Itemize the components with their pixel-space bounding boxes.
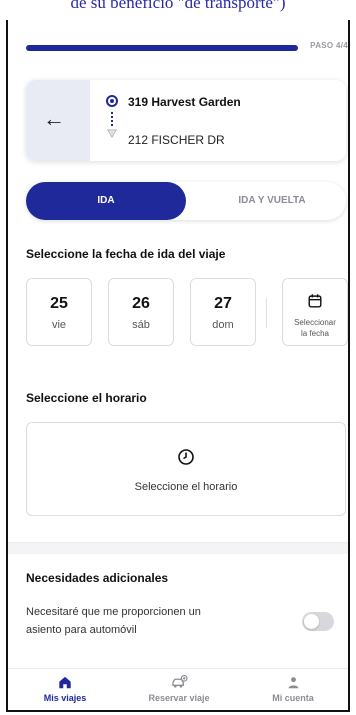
person-icon <box>288 677 298 689</box>
progress-label: PASO 4/4 <box>310 41 348 50</box>
trip-type-one-way[interactable]: IDA <box>26 182 186 220</box>
nav-label: Mi cuenta <box>272 693 314 703</box>
date-weekday: vie <box>51 319 67 331</box>
select-time-button[interactable]: Seleccione el horario <box>26 422 346 516</box>
car-seat-label: Necesitaré que me proporcionen un asient… <box>26 603 266 639</box>
trip-type-round-trip[interactable]: IDA Y VUELTA <box>202 182 342 220</box>
phone-screen: PASO 4/4 ← 319 Harvest Garden 212 FISCHE… <box>6 20 350 712</box>
calendar-icon <box>308 294 322 308</box>
date-weekday: sáb <box>132 319 150 331</box>
clock-icon <box>178 449 194 465</box>
back-button[interactable]: ← <box>26 80 90 161</box>
toggle-knob <box>304 614 319 629</box>
progress-indicator: PASO 4/4 <box>26 39 348 59</box>
time-section-title: Seleccione el horario <box>26 391 147 405</box>
needs-section-title: Necesidades adicionales <box>26 571 169 585</box>
select-date-button[interactable]: Seleccionar la fecha <box>282 278 348 346</box>
progress-fill <box>26 45 298 51</box>
nav-label: Mis viajes <box>43 693 87 703</box>
select-time-label: Seleccione el horario <box>134 481 238 493</box>
home-icon <box>59 676 71 689</box>
date-option-26[interactable]: 26 sáb <box>108 278 174 346</box>
car-plus-icon <box>171 675 188 688</box>
origin-marker-icon <box>106 95 118 107</box>
nav-book-trip[interactable]: Reservar viaje <box>122 669 236 710</box>
date-section-title: Seleccione la fecha de ida del viaje <box>26 247 226 261</box>
origin-address: 319 Harvest Garden <box>128 95 241 109</box>
nav-my-account[interactable]: Mi cuenta <box>236 669 348 710</box>
date-number: 26 <box>132 295 150 312</box>
date-option-27[interactable]: 27 dom <box>190 278 256 346</box>
car-seat-label-line2: asiento para automóvil <box>26 624 137 636</box>
date-separator <box>266 298 267 328</box>
date-number: 27 <box>214 295 232 312</box>
destination-marker-icon <box>106 129 118 139</box>
progress-track <box>26 45 298 51</box>
destination-address: 212 FISCHER DR <box>128 133 225 147</box>
select-date-label-line2: la fecha <box>300 329 330 338</box>
route-line <box>111 112 113 126</box>
date-weekday: dom <box>212 319 234 331</box>
trip-type-toggle: IDA IDA Y VUELTA <box>26 182 346 220</box>
bottom-navigation: Mis viajes Reservar viaje Mi cuenta <box>8 668 348 710</box>
select-date-label-line1: Seleccionar <box>294 318 336 327</box>
date-option-25[interactable]: 25 vie <box>26 278 92 346</box>
nav-label: Reservar viaje <box>148 693 210 703</box>
car-seat-toggle[interactable] <box>302 612 334 631</box>
route-card: ← 319 Harvest Garden 212 FISCHER DR <box>26 80 346 161</box>
back-arrow-icon: ← <box>43 106 65 131</box>
date-number: 25 <box>50 295 68 312</box>
nav-my-trips[interactable]: Mis viajes <box>8 669 122 710</box>
car-seat-label-line1: Necesitaré que me proporcionen un <box>26 606 201 618</box>
section-divider <box>8 542 348 554</box>
